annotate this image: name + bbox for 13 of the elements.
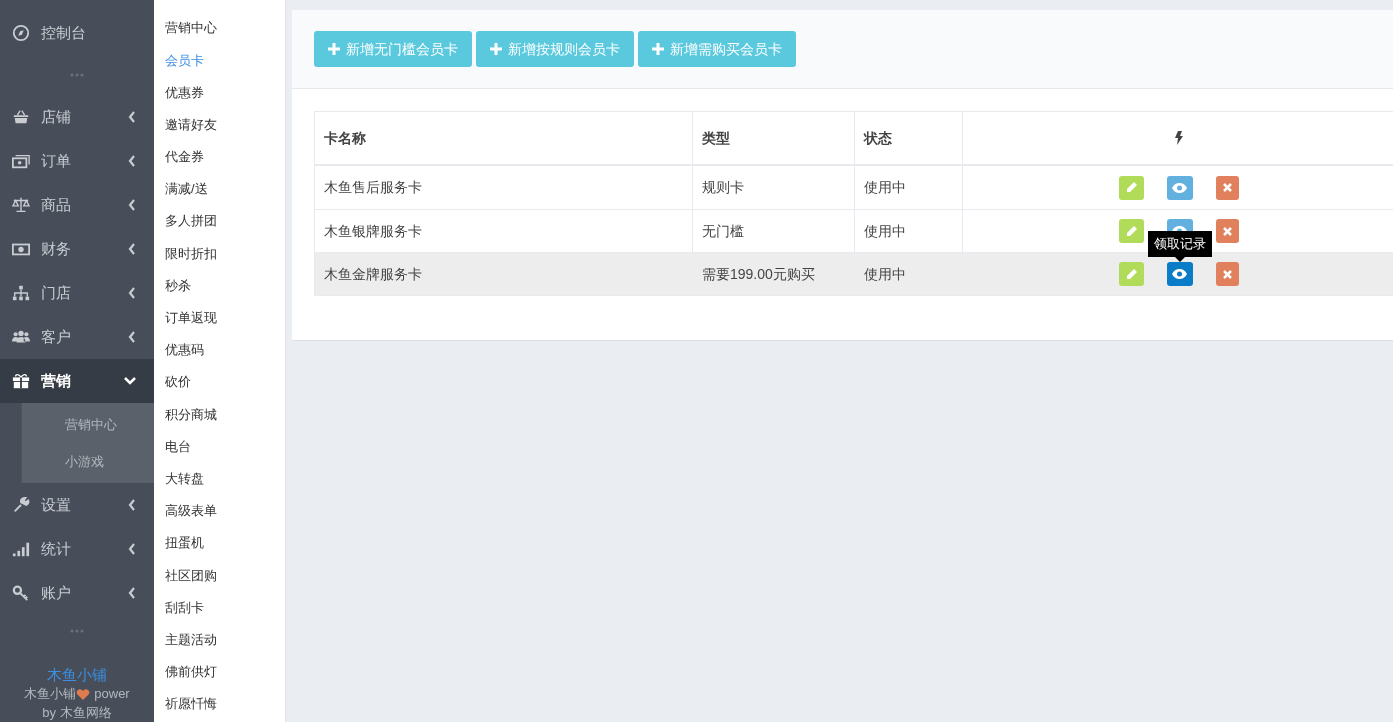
table-cell-text: 木鱼金牌服务卡 — [324, 264, 422, 284]
footer-text: 木鱼小铺 — [24, 685, 77, 703]
table-cell-text: 木鱼售后服务卡 — [324, 178, 422, 197]
column-header: 状态 — [864, 128, 892, 148]
table-cell-text: 使用中 — [864, 178, 906, 197]
tooltip: 领取记录 — [1147, 231, 1212, 257]
footer-text: power — [94, 685, 130, 703]
table-cell-text: 使用中 — [864, 264, 906, 284]
column-header: 类型 — [702, 128, 730, 148]
footer-text: by 木鱼网络 — [42, 704, 112, 722]
column-header: 卡名称 — [324, 128, 366, 148]
table-cell-text: 需要199.00元购买 — [702, 264, 815, 284]
table-cell-text: 规则卡 — [702, 178, 744, 197]
